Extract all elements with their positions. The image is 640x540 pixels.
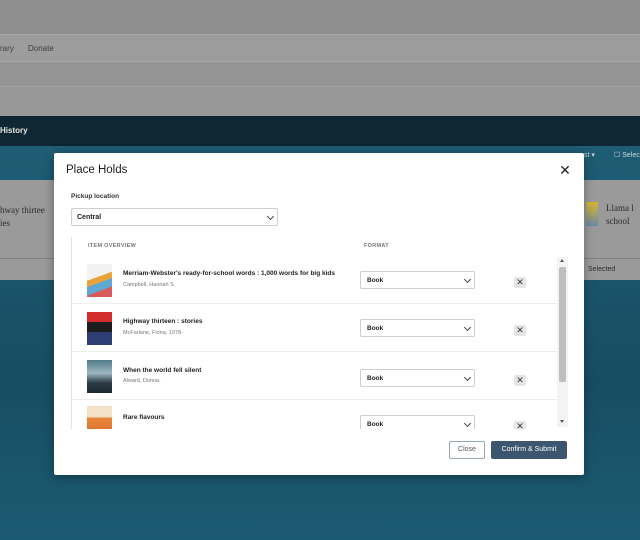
book-cover-icon: [87, 406, 112, 429]
format-value: Book: [367, 421, 384, 428]
scroll-up-icon[interactable]: [560, 259, 564, 262]
selected-label: Selected: [588, 266, 616, 273]
hold-item-row: When the world fell silent Alward, Donna…: [72, 352, 560, 400]
item-title: When the world fell silent: [123, 367, 202, 374]
place-holds-modal: Place Holds ✕ Pickup location Central IT…: [54, 153, 584, 475]
column-header-format: FORMAT: [364, 243, 389, 249]
pickup-location-select[interactable]: Central: [71, 208, 278, 226]
select-all-checkbox[interactable]: ☐ Selec: [614, 151, 640, 159]
remove-item-icon[interactable]: ✕: [514, 277, 526, 288]
hold-item-row: Rare flavours Book ✕: [72, 400, 560, 429]
sort-dropdown[interactable]: st ▾: [584, 151, 595, 159]
divider: [584, 258, 640, 259]
chevron-down-icon: [463, 419, 472, 428]
site-nav: rary Donate: [0, 34, 640, 62]
chevron-down-icon: [463, 323, 472, 332]
close-icon[interactable]: ✕: [558, 163, 572, 177]
nav-item-library[interactable]: rary: [0, 44, 14, 53]
holds-list: ITEM OVERVIEW FORMAT Merriam-Webster's r…: [71, 237, 568, 429]
cover-icon: [586, 202, 598, 226]
nav-item-donate[interactable]: Donate: [28, 44, 54, 53]
results-toolbar: st ▾ ☐ Selec: [584, 146, 640, 164]
remove-item-icon[interactable]: ✕: [514, 375, 526, 386]
item-title: Rare flavours: [123, 414, 165, 421]
format-select[interactable]: Book: [360, 415, 475, 429]
scroll-down-icon[interactable]: [560, 420, 564, 423]
header-band: [0, 62, 640, 86]
search-band: [0, 86, 640, 116]
site-header: [0, 0, 640, 34]
divider: [0, 258, 55, 259]
book-cover-icon: [87, 360, 112, 393]
hold-item-row: Merriam-Webster's ready-for-school words…: [72, 256, 560, 304]
result-card-title: hway thirtee ies: [0, 205, 45, 228]
item-author: McFarlane, Fiona, 1978-: [123, 330, 183, 336]
item-author: Campbell, Hannah S.: [123, 282, 176, 288]
item-title: Merriam-Webster's ready-for-school words…: [123, 270, 336, 277]
book-cover-icon: [87, 312, 112, 345]
format-select[interactable]: Book: [360, 369, 475, 387]
format-value: Book: [367, 325, 384, 332]
chevron-down-icon: [463, 373, 472, 382]
format-value: Book: [367, 277, 384, 284]
history-link[interactable]: History: [0, 126, 28, 135]
hold-item-row: Highway thirteen : stories McFarlane, Fi…: [72, 304, 560, 352]
format-select[interactable]: Book: [360, 319, 475, 337]
book-cover-icon: [87, 264, 112, 297]
column-header-item-overview: ITEM OVERVIEW: [88, 243, 137, 249]
result-card-title: Llama l school: [606, 203, 634, 226]
remove-item-icon[interactable]: ✕: [514, 421, 526, 429]
confirm-submit-button[interactable]: Confirm & Submit: [491, 441, 567, 459]
chevron-down-icon: [463, 275, 472, 284]
format-select[interactable]: Book: [360, 271, 475, 289]
result-card: hway thirtee ies: [0, 180, 55, 280]
scrollbar-thumb[interactable]: [559, 267, 566, 382]
chevron-down-icon: [266, 212, 275, 221]
result-card: Llama l school Selected: [584, 180, 640, 280]
modal-title: Place Holds: [66, 164, 128, 176]
list-scrollbar[interactable]: [557, 257, 568, 427]
item-author: Alward, Donna.: [123, 378, 161, 384]
format-value: Book: [367, 375, 384, 382]
close-button[interactable]: Close: [449, 441, 485, 459]
remove-item-icon[interactable]: ✕: [514, 325, 526, 336]
account-bar: History: [0, 116, 640, 146]
item-title: Highway thirteen : stories: [123, 318, 203, 325]
pickup-location-label: Pickup location: [71, 193, 120, 200]
pickup-location-value: Central: [77, 214, 102, 221]
